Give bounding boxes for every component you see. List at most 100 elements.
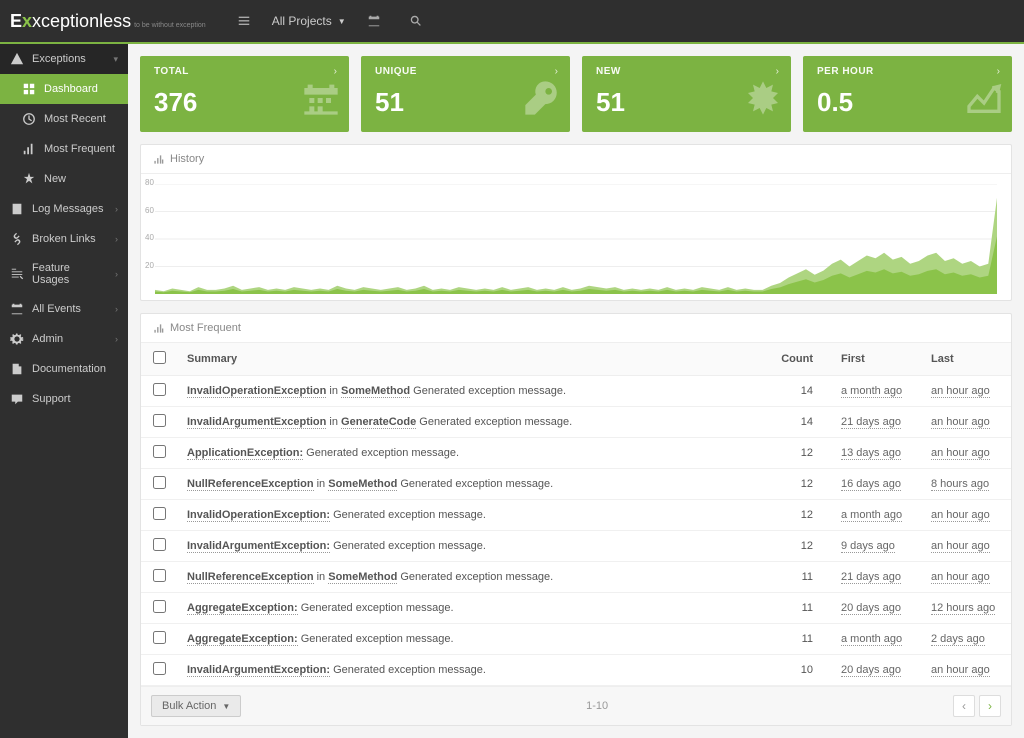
- select-all-checkbox[interactable]: [153, 351, 166, 364]
- bars-icon: [153, 323, 164, 334]
- table-row[interactable]: NullReferenceException in SomeMethod Gen…: [141, 562, 1011, 593]
- row-first[interactable]: a month ago: [831, 624, 921, 655]
- row-checkbox[interactable]: [153, 538, 166, 551]
- sidebar-sub-new[interactable]: New: [0, 164, 128, 194]
- pager-info: 1-10: [241, 700, 953, 712]
- chevron-right-icon: ›: [334, 66, 337, 77]
- row-count: 14: [761, 376, 831, 407]
- stat-total[interactable]: TOTAL376›: [140, 56, 349, 132]
- row-first[interactable]: 9 days ago: [831, 531, 921, 562]
- sidebar-sub-dashboard[interactable]: Dashboard: [0, 74, 128, 104]
- frequent-panel: Most Frequent Summary Count First Last I…: [140, 313, 1012, 726]
- col-last[interactable]: Last: [921, 343, 1011, 376]
- row-first[interactable]: 20 days ago: [831, 593, 921, 624]
- table-row[interactable]: InvalidOperationException: Generated exc…: [141, 500, 1011, 531]
- row-first[interactable]: a month ago: [831, 500, 921, 531]
- table-row[interactable]: InvalidArgumentException in GenerateCode…: [141, 407, 1011, 438]
- row-checkbox[interactable]: [153, 507, 166, 520]
- project-selector[interactable]: All Projects ▼: [272, 14, 346, 28]
- sidebar-sub-most-recent[interactable]: Most Recent: [0, 104, 128, 134]
- row-checkbox[interactable]: [153, 569, 166, 582]
- search-icon[interactable]: [402, 7, 430, 35]
- row-summary[interactable]: AggregateException: Generated exception …: [177, 624, 761, 655]
- calendar-icon[interactable]: [360, 7, 388, 35]
- stat-bg-icon: [964, 78, 1004, 128]
- row-last[interactable]: an hour ago: [921, 438, 1011, 469]
- row-summary[interactable]: InvalidArgumentException: Generated exce…: [177, 655, 761, 686]
- frequent-table: Summary Count First Last InvalidOperatio…: [141, 343, 1011, 686]
- table-row[interactable]: InvalidOperationException in SomeMethod …: [141, 376, 1011, 407]
- row-first[interactable]: 21 days ago: [831, 407, 921, 438]
- sidebar-item-log-messages[interactable]: Log Messages›: [0, 194, 128, 224]
- list-icon[interactable]: [230, 7, 258, 35]
- row-checkbox[interactable]: [153, 414, 166, 427]
- col-count[interactable]: Count: [761, 343, 831, 376]
- row-summary[interactable]: AggregateException: Generated exception …: [177, 593, 761, 624]
- row-last[interactable]: 2 days ago: [921, 624, 1011, 655]
- sidebar-sub-most-frequent[interactable]: Most Frequent: [0, 134, 128, 164]
- caret-down-icon: ▼: [338, 17, 346, 26]
- history-title: History: [170, 153, 204, 165]
- stat-per-hour[interactable]: PER HOUR0.5›: [803, 56, 1012, 132]
- row-last[interactable]: an hour ago: [921, 376, 1011, 407]
- row-count: 10: [761, 655, 831, 686]
- row-first[interactable]: 13 days ago: [831, 438, 921, 469]
- sidebar-item-feature-usages[interactable]: Feature Usages›: [0, 254, 128, 294]
- row-count: 11: [761, 562, 831, 593]
- row-last[interactable]: an hour ago: [921, 500, 1011, 531]
- row-checkbox[interactable]: [153, 600, 166, 613]
- row-last[interactable]: an hour ago: [921, 531, 1011, 562]
- row-last[interactable]: 8 hours ago: [921, 469, 1011, 500]
- next-page-button[interactable]: ›: [979, 695, 1001, 717]
- prev-page-button[interactable]: ‹: [953, 695, 975, 717]
- y-tick: 40: [145, 233, 154, 242]
- logo[interactable]: Exxceptionless to be without exception: [10, 11, 216, 32]
- col-first[interactable]: First: [831, 343, 921, 376]
- sidebar-item-support[interactable]: Support: [0, 384, 128, 414]
- row-last[interactable]: 12 hours ago: [921, 593, 1011, 624]
- row-checkbox[interactable]: [153, 445, 166, 458]
- row-checkbox[interactable]: [153, 662, 166, 675]
- chevron-right-icon: ›: [115, 304, 118, 314]
- frequent-title: Most Frequent: [170, 322, 241, 334]
- row-summary[interactable]: InvalidArgumentException in GenerateCode…: [177, 407, 761, 438]
- table-row[interactable]: NullReferenceException in SomeMethod Gen…: [141, 469, 1011, 500]
- row-checkbox[interactable]: [153, 383, 166, 396]
- row-checkbox[interactable]: [153, 476, 166, 489]
- sidebar-item-documentation[interactable]: Documentation: [0, 354, 128, 384]
- row-summary[interactable]: InvalidOperationException: Generated exc…: [177, 500, 761, 531]
- bulk-action-button[interactable]: Bulk Action ▼: [151, 695, 241, 717]
- row-last[interactable]: an hour ago: [921, 407, 1011, 438]
- row-last[interactable]: an hour ago: [921, 655, 1011, 686]
- row-count: 11: [761, 593, 831, 624]
- history-chart: [155, 184, 997, 294]
- row-checkbox[interactable]: [153, 631, 166, 644]
- sidebar-item-all-events[interactable]: All Events›: [0, 294, 128, 324]
- chevron-right-icon: ›: [776, 66, 779, 77]
- row-first[interactable]: 16 days ago: [831, 469, 921, 500]
- row-first[interactable]: 21 days ago: [831, 562, 921, 593]
- caret-down-icon: ▼: [222, 702, 230, 711]
- history-panel: History 80604020: [140, 144, 1012, 301]
- stat-unique[interactable]: UNIQUE51›: [361, 56, 570, 132]
- sidebar-item-broken-links[interactable]: Broken Links›: [0, 224, 128, 254]
- table-row[interactable]: ApplicationException: Generated exceptio…: [141, 438, 1011, 469]
- table-row[interactable]: AggregateException: Generated exception …: [141, 624, 1011, 655]
- sidebar-item-admin[interactable]: Admin›: [0, 324, 128, 354]
- row-last[interactable]: an hour ago: [921, 562, 1011, 593]
- row-first[interactable]: a month ago: [831, 376, 921, 407]
- table-row[interactable]: InvalidArgumentException: Generated exce…: [141, 655, 1011, 686]
- row-summary[interactable]: InvalidOperationException in SomeMethod …: [177, 376, 761, 407]
- select-all-header[interactable]: [141, 343, 177, 376]
- row-summary[interactable]: InvalidArgumentException: Generated exce…: [177, 531, 761, 562]
- row-summary[interactable]: ApplicationException: Generated exceptio…: [177, 438, 761, 469]
- row-first[interactable]: 20 days ago: [831, 655, 921, 686]
- stat-new[interactable]: NEW51›: [582, 56, 791, 132]
- table-row[interactable]: AggregateException: Generated exception …: [141, 593, 1011, 624]
- table-row[interactable]: InvalidArgumentException: Generated exce…: [141, 531, 1011, 562]
- col-summary[interactable]: Summary: [177, 343, 761, 376]
- row-summary[interactable]: NullReferenceException in SomeMethod Gen…: [177, 469, 761, 500]
- stat-bg-icon: [522, 78, 562, 128]
- row-summary[interactable]: NullReferenceException in SomeMethod Gen…: [177, 562, 761, 593]
- sidebar-item-exceptions[interactable]: Exceptions ▾: [0, 44, 128, 74]
